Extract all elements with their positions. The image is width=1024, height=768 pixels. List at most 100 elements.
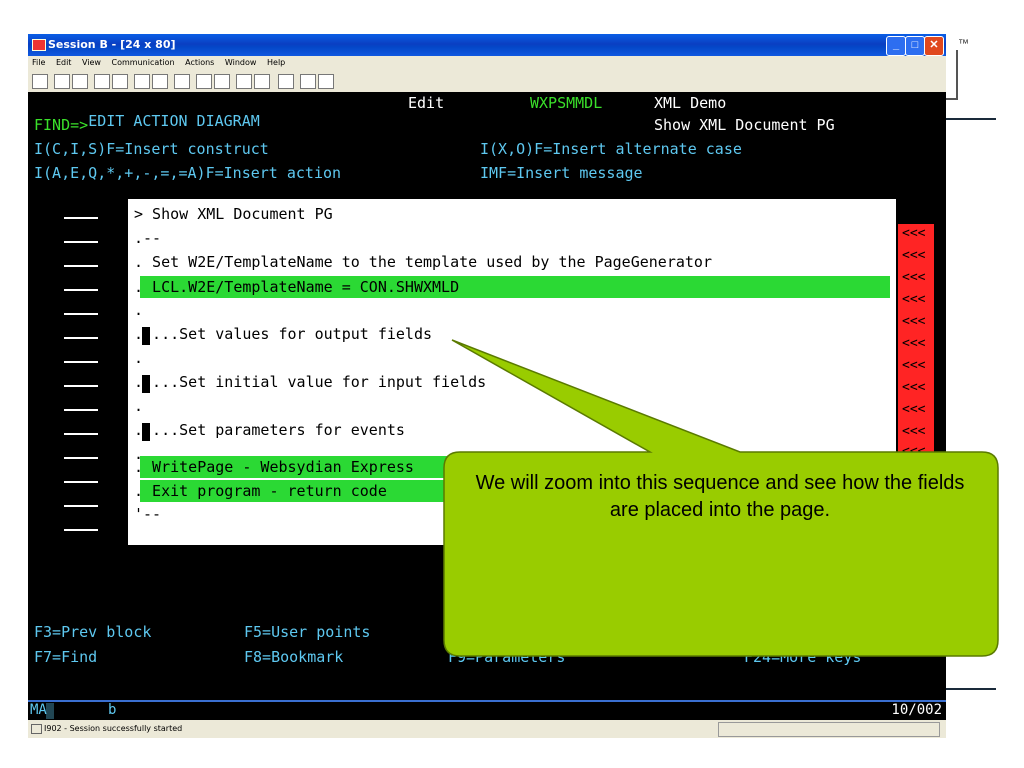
truncation-marker: <<< [902, 226, 926, 241]
keyboard-mode-indicator: MA [30, 702, 47, 718]
diagram-line[interactable]: . ...Set initial value for input fields [134, 373, 486, 391]
trademark-symbol: ™ [958, 38, 969, 50]
menu-communication[interactable]: Communication [108, 56, 179, 67]
line-command-field[interactable] [64, 457, 98, 459]
find-field[interactable]: FIND=> [34, 116, 88, 134]
insert-action-hint: I(A,E,Q,*,+,-,=,=A)F=Insert action [34, 164, 342, 182]
construct-marker [142, 327, 150, 345]
slide-divider-top [944, 118, 996, 120]
cursor-position: 10/002 [891, 702, 942, 718]
program-name: WXPSMMDL [530, 94, 603, 112]
truncation-marker: <<< [902, 402, 926, 417]
send-icon[interactable] [94, 74, 110, 89]
title-bar[interactable]: Session B - [24 x 80] _ □ ✕ [28, 34, 946, 56]
minimize-button[interactable]: _ [886, 36, 906, 56]
line-command-field[interactable] [64, 313, 98, 315]
line-command-field[interactable] [64, 385, 98, 387]
fkey-find[interactable]: F7=Find [34, 648, 97, 666]
brand-logo-fragment [946, 50, 958, 100]
line-command-field[interactable] [64, 289, 98, 291]
line-command-field[interactable] [64, 505, 98, 507]
fkey-prev-block[interactable]: F3=Prev block [34, 623, 151, 641]
terminal-screen[interactable]: EDIT ACTION DIAGRAM Edit WXPSMMDL XML De… [28, 92, 946, 700]
line-command-field[interactable] [64, 409, 98, 411]
line-command-field[interactable] [64, 361, 98, 363]
insert-alternate-hint: I(X,O)F=Insert alternate case [480, 140, 742, 158]
truncation-marker: <<< [902, 314, 926, 329]
display-icon[interactable] [134, 74, 150, 89]
truncation-marker-column: <<< <<< <<< <<< <<< <<< <<< <<< <<< <<< … [898, 224, 934, 464]
truncation-marker: <<< [902, 444, 926, 459]
construct-marker [142, 375, 150, 393]
session-app-icon [32, 39, 46, 51]
diagram-line[interactable]: . [134, 301, 143, 319]
diagram-line[interactable]: . LCL.W2E/TemplateName = CON.SHWXMLD [134, 278, 459, 296]
line-command-field[interactable] [64, 481, 98, 483]
menu-window[interactable]: Window [221, 56, 261, 67]
screen-title: EDIT ACTION DIAGRAM [88, 112, 260, 130]
line-command-field[interactable] [64, 433, 98, 435]
callout-text: We will zoom into this sequence and see … [475, 472, 965, 521]
truncation-marker: <<< [902, 270, 926, 285]
window-title: Session B - [24 x 80] [48, 38, 176, 51]
diagram-line[interactable]: .-- [134, 229, 161, 247]
mode-label: Edit [408, 94, 445, 112]
fkey-user-points[interactable]: F5=User points [244, 623, 370, 641]
status-message: I902 - Session successfully started [44, 724, 183, 733]
status-bar: I902 - Session successfully started [28, 720, 946, 738]
close-button[interactable]: ✕ [924, 36, 944, 56]
line-command-field[interactable] [64, 217, 98, 219]
diagram-line[interactable]: . [134, 349, 143, 367]
connection-status-icon [31, 724, 42, 734]
menu-actions[interactable]: Actions [181, 56, 218, 67]
macro-icon[interactable] [174, 74, 190, 89]
diagram-line[interactable]: > Show XML Document PG [134, 205, 333, 223]
maximize-button[interactable]: □ [905, 36, 925, 56]
line-command-field[interactable] [64, 529, 98, 531]
slide-divider-bottom [944, 688, 996, 690]
keypad-icon[interactable] [152, 74, 168, 89]
menu-file[interactable]: File [28, 56, 49, 67]
cut-icon[interactable] [54, 74, 70, 89]
construct-marker [142, 423, 150, 441]
line-command-field[interactable] [64, 337, 98, 339]
diagram-line[interactable]: '-- [134, 505, 161, 523]
diagram-line[interactable]: . Set W2E/TemplateName to the template u… [134, 253, 712, 271]
diagram-line[interactable]: . ...Set values for output fields [134, 325, 432, 343]
toolbar [28, 70, 946, 93]
diagram-line[interactable]: . ...Set parameters for events [134, 421, 405, 439]
menu-edit[interactable]: Edit [52, 56, 76, 67]
record-macro-icon[interactable] [196, 74, 212, 89]
print-icon[interactable] [32, 74, 48, 89]
fkey-parameters[interactable]: F9=Parameters [448, 648, 565, 666]
fkey-more-keys[interactable]: F24=More keys [744, 648, 861, 666]
edit-icon[interactable] [318, 74, 334, 89]
mode-highlight [46, 703, 54, 719]
line-command-field[interactable] [64, 265, 98, 267]
line-command-field[interactable] [64, 241, 98, 243]
insert-message-hint: IMF=Insert message [480, 164, 643, 182]
palette-icon[interactable] [300, 74, 316, 89]
truncation-marker: <<< [902, 248, 926, 263]
menu-bar: File Edit View Communication Actions Win… [28, 56, 946, 70]
operator-info-area: MA b 10/002 [28, 700, 946, 720]
diagram-line[interactable]: . WritePage - Websydian Express [134, 458, 414, 476]
copy-icon[interactable] [72, 74, 88, 89]
truncation-marker: <<< [902, 292, 926, 307]
diagram-subtitle: Show XML Document PG [654, 116, 835, 134]
truncation-marker: <<< [902, 380, 926, 395]
diagram-title: XML Demo [654, 94, 727, 112]
customize-icon[interactable] [236, 74, 252, 89]
map-icon[interactable] [254, 74, 270, 89]
notes-icon[interactable] [278, 74, 294, 89]
play-macro-icon[interactable] [214, 74, 230, 89]
diagram-line[interactable]: . [134, 397, 143, 415]
diagram-line[interactable]: . Exit program - return code [134, 482, 387, 500]
truncation-marker: <<< [902, 336, 926, 351]
fkey-bookmark[interactable]: F8=Bookmark [244, 648, 343, 666]
truncation-marker: <<< [902, 358, 926, 373]
menu-view[interactable]: View [78, 56, 105, 67]
terminal-emulator-window: Session B - [24 x 80] _ □ ✕ File Edit Vi… [28, 34, 946, 738]
receive-icon[interactable] [112, 74, 128, 89]
menu-help[interactable]: Help [263, 56, 289, 67]
